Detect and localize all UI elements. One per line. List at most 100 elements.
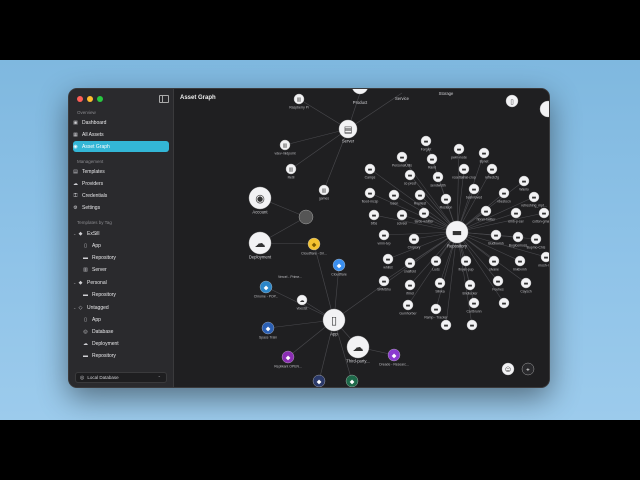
graph-node-app[interactable]: ◆ — [387, 348, 401, 362]
graph-node-repository[interactable]: ▬ — [396, 151, 408, 163]
hub-product[interactable] — [352, 89, 368, 95]
hub-third-party[interactable]: ☁ — [346, 335, 370, 359]
graph-node-repository[interactable]: ▬ — [408, 233, 420, 245]
tag-item-repository[interactable]: ▬ Repository — [83, 252, 169, 263]
graph-node-repository[interactable]: ▬ — [488, 255, 500, 267]
graph-node-repository[interactable]: ▬ — [512, 231, 524, 243]
graph-node-app[interactable]: ◆ — [312, 374, 326, 387]
graph-node-server[interactable]: ▥ — [318, 184, 330, 196]
graph-node-app[interactable]: ◆ — [281, 350, 295, 364]
sidebar-item-providers[interactable]: ☁ Providers — [73, 178, 169, 189]
node-label: Slinka — [435, 290, 444, 294]
graph-node-repository[interactable]: ▬ — [440, 193, 452, 205]
graph-node-repository[interactable]: ▬ — [460, 255, 472, 267]
sidebar-item-all-assets[interactable]: ▦ All Assets — [73, 129, 169, 140]
graph-node-repository[interactable]: ▬ — [498, 187, 510, 199]
hub-app[interactable]: ▯ — [322, 308, 346, 332]
graph-node-repository[interactable]: ▬ — [520, 277, 532, 289]
graph-node-repository[interactable]: ▬ — [440, 319, 452, 331]
zoom-button[interactable] — [97, 96, 103, 102]
graph-node-repository[interactable]: ▬ — [418, 207, 430, 219]
hub-repository[interactable]: ▬ — [445, 220, 469, 244]
graph-node-app[interactable]: ▯ — [505, 94, 519, 108]
graph-node-app[interactable]: ◆ — [259, 280, 273, 294]
sidebar-item-templates[interactable]: ▤ Templates — [73, 166, 169, 177]
sidebar-toggle-icon[interactable] — [159, 95, 169, 103]
graph-node-repository[interactable]: ▬ — [414, 189, 426, 201]
graph-node-repository[interactable]: ▬ — [528, 191, 540, 203]
database-selector[interactable]: ◎ Local Database ⌃ — [75, 372, 167, 383]
graph-node-server[interactable]: ▥ — [279, 139, 291, 151]
graph-node-repository[interactable]: ▬ — [388, 189, 400, 201]
graph-node-server[interactable]: ▥ — [285, 163, 297, 175]
graph-node-app[interactable]: ◆ — [307, 237, 321, 251]
graph-node-repository[interactable]: ▬ — [430, 303, 442, 315]
graph-node-repository[interactable]: ▬ — [538, 207, 549, 219]
graph-node-repository[interactable]: ▬ — [468, 183, 480, 195]
graph-node-repository[interactable]: ▬ — [480, 205, 492, 217]
graph-control-fit[interactable]: ⌖ — [521, 362, 535, 376]
graph-node-repository[interactable]: ▬ — [464, 279, 476, 291]
graph-node-repository[interactable]: ▬ — [458, 163, 470, 175]
hub-server[interactable]: ▤ — [338, 119, 358, 139]
close-button[interactable] — [77, 96, 83, 102]
graph-node-repository[interactable]: ▬ — [498, 297, 510, 309]
tag-item-app[interactable]: ▯ App — [83, 314, 169, 325]
graph-node-repository[interactable]: ▬ — [540, 251, 549, 263]
graph-node-repository[interactable]: ▬ — [518, 175, 530, 187]
graph-node-repository[interactable]: ▬ — [466, 319, 478, 331]
graph-node-repository[interactable]: ▬ — [492, 275, 504, 287]
graph-node-repository[interactable]: ▬ — [530, 233, 542, 245]
graph-node-repository[interactable]: ▬ — [514, 255, 526, 267]
tag-item-deployment[interactable]: ☁ Deployment — [83, 338, 169, 349]
tag-group-untagged[interactable]: ⌄ ◇ Untagged — [73, 302, 169, 313]
graph-node-repository[interactable]: ▬ — [402, 299, 414, 311]
graph-node-repository[interactable]: ▬ — [432, 171, 444, 183]
graph-node-repository[interactable]: ▬ — [434, 277, 446, 289]
graph-node-repository[interactable]: ▬ — [486, 163, 498, 175]
sidebar-item-asset-graph[interactable]: ◉ Asset Graph — [73, 141, 169, 152]
graph-node-repository[interactable]: ▬ — [426, 153, 438, 165]
asset-graph[interactable]: ▤ Server ◉ Account ☁ Deployment ▯ App ▬ Repositor… — [174, 89, 549, 387]
hub-deployment[interactable]: ☁ — [248, 231, 272, 255]
graph-canvas[interactable]: Asset Graph ▤ Server ◉ Account ☁ Deployment ▯ A… — [174, 89, 549, 387]
tag-item-server[interactable]: ▥ Server — [83, 264, 169, 275]
sidebar-item-settings[interactable]: ⚙ Settings — [73, 202, 169, 213]
graph-node-placeholder[interactable] — [298, 209, 314, 225]
hub-account[interactable]: ◉ — [248, 186, 272, 210]
graph-node-repository[interactable]: ▬ — [404, 169, 416, 181]
sidebar-item-dashboard[interactable]: ▣ Dashboard — [73, 117, 169, 128]
graph-node-repository[interactable]: ▬ — [420, 135, 432, 147]
graph-node-repository[interactable]: ▬ — [378, 275, 390, 287]
minimize-button[interactable] — [87, 96, 93, 102]
graph-node[interactable] — [539, 100, 549, 118]
graph-node-repository[interactable]: ▬ — [468, 297, 480, 309]
graph-node-repository[interactable]: ▬ — [404, 279, 416, 291]
graph-node-repository[interactable]: ▬ — [368, 209, 380, 221]
graph-node-repository[interactable]: ▬ — [364, 187, 376, 199]
sidebar-item-credentials[interactable]: ⚿ Credentials — [73, 190, 169, 201]
graph-node-repository[interactable]: ▬ — [478, 147, 490, 159]
tag-item-repository[interactable]: ▬ Repository — [83, 289, 169, 300]
graph-node-app[interactable]: ◆ — [345, 374, 359, 387]
graph-node-repository[interactable]: ▬ — [453, 143, 465, 155]
graph-node-repository[interactable]: ▬ — [430, 255, 442, 267]
graph-node-app[interactable]: ◆ — [332, 258, 346, 272]
graph-node-app[interactable]: ◆ — [261, 321, 275, 335]
node-label: Rand — [428, 166, 436, 170]
graph-node-repository[interactable]: ▬ — [396, 209, 408, 221]
tag-item-repository[interactable]: ▬ Repository — [83, 350, 169, 361]
tag-item-app[interactable]: ▯ App — [83, 240, 169, 251]
graph-node-app[interactable]: ☁ — [296, 294, 308, 306]
tag-group-personal[interactable]: ⌄ ◆ Personal — [73, 277, 169, 288]
graph-node-repository[interactable]: ▬ — [490, 229, 502, 241]
graph-control-center[interactable]: ☺ — [501, 362, 515, 376]
graph-node-server[interactable]: ▥ — [293, 93, 305, 105]
graph-node-repository[interactable]: ▬ — [382, 253, 394, 265]
tag-item-database[interactable]: ◎ Database — [83, 326, 169, 337]
graph-node-repository[interactable]: ▬ — [404, 257, 416, 269]
tag-group-exsill[interactable]: ⌄ ◆ ExSill — [73, 228, 169, 239]
graph-node-repository[interactable]: ▬ — [364, 163, 376, 175]
graph-node-repository[interactable]: ▬ — [510, 207, 522, 219]
graph-node-repository[interactable]: ▬ — [378, 229, 390, 241]
